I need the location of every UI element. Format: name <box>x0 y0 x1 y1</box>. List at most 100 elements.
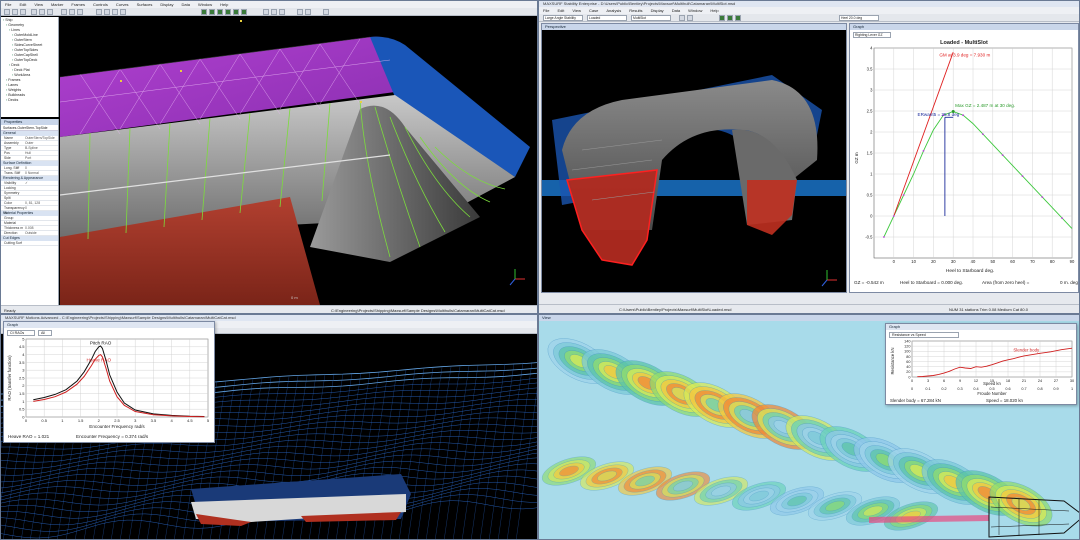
property-value[interactable] <box>25 221 58 225</box>
stability-menu-help[interactable]: Help <box>710 8 718 13</box>
y-tick-label: 40 <box>906 365 910 369</box>
froude-tick-label: 0.1 <box>925 387 930 391</box>
modeler-menu-edit[interactable]: Edit <box>19 2 26 7</box>
modeler-menu-window[interactable]: Window <box>198 2 212 7</box>
criteria-select[interactable]: MultiSlot <box>631 15 671 21</box>
property-value[interactable]: Outer <box>25 141 58 145</box>
pan-icon[interactable] <box>69 9 75 15</box>
modeler-menu-display[interactable]: Display <box>160 2 173 7</box>
wireframe-icon[interactable] <box>727 15 733 21</box>
open-icon[interactable] <box>12 9 18 15</box>
heel-select[interactable]: Heel 20.0 deg <box>839 15 879 21</box>
rao-filter-select[interactable]: All <box>38 330 52 336</box>
new-icon[interactable] <box>4 9 10 15</box>
modeler-menu-controls[interactable]: Controls <box>93 2 108 7</box>
data-point[interactable] <box>922 150 925 152</box>
stop-icon[interactable] <box>687 15 693 21</box>
stability-menu-analysis[interactable]: Analysis <box>606 8 621 13</box>
stability-menu-view[interactable]: View <box>572 8 581 13</box>
property-value[interactable] <box>25 196 58 200</box>
stability-menu-window[interactable]: Window <box>688 8 702 13</box>
property-value[interactable] <box>25 216 58 220</box>
stability-menu-case[interactable]: Case <box>589 8 598 13</box>
net-icon[interactable] <box>241 9 247 15</box>
rao-type-select[interactable]: Ct RAOs <box>7 330 35 336</box>
property-value[interactable]: Port <box>25 156 58 160</box>
property-value[interactable] <box>25 186 58 190</box>
trim-icon[interactable] <box>297 9 303 15</box>
modeler-menu-frames[interactable]: Frames <box>71 2 85 7</box>
plan-view-icon[interactable] <box>112 9 118 15</box>
property-value[interactable]: 0, 81, 128 <box>25 201 58 205</box>
data-point[interactable] <box>892 215 895 217</box>
property-value[interactable]: 0 <box>25 206 58 210</box>
resistance-type-select[interactable]: Resistance vs Speed <box>889 332 959 338</box>
gz-chart[interactable]: Loaded - MultiSlot0 10 20 30 40 50 60 70 80 90-0.… <box>850 38 1078 292</box>
zebra-icon[interactable] <box>233 9 239 15</box>
stability-menu-data[interactable]: Data <box>672 8 680 13</box>
property-row[interactable]: Cutting Surf <box>1 241 58 246</box>
perspective-view-icon[interactable] <box>120 9 126 15</box>
property-value[interactable]: 0 Normal <box>25 171 58 175</box>
run-icon[interactable] <box>679 15 685 21</box>
help-icon[interactable] <box>323 9 329 15</box>
stability-menu-file[interactable]: File <box>543 8 549 13</box>
render-icon[interactable] <box>201 9 207 15</box>
hull-3d-view[interactable] <box>60 17 538 305</box>
control-point-icon[interactable] <box>263 9 269 15</box>
rao-chart[interactable]: 0 0.5 1 1.5 2 2.5 3 3.5 4 4.5 500.511.522.533.544.… <box>4 337 214 443</box>
loadcase-select[interactable]: Loaded <box>587 15 627 21</box>
paste-icon[interactable] <box>47 9 53 15</box>
property-value[interactable]: 0 <box>25 166 58 170</box>
stability-menu-display[interactable]: Display <box>651 8 664 13</box>
x-axis-label: Speed kn <box>983 381 1001 386</box>
modeler-menu-curves[interactable]: Curves <box>116 2 129 7</box>
wireframe-icon[interactable] <box>217 9 223 15</box>
tank-icon[interactable] <box>735 15 741 21</box>
property-value[interactable]: Hull <box>25 151 58 155</box>
property-value[interactable]: 0.008 <box>25 226 58 230</box>
property-value[interactable]: B-Spline <box>25 146 58 150</box>
property-value[interactable] <box>25 241 58 245</box>
data-point[interactable] <box>962 114 964 117</box>
tree-item[interactable]: ▪ Decks <box>3 98 58 103</box>
shade-icon[interactable] <box>719 15 725 21</box>
modeler-menu-view[interactable]: View <box>34 2 43 7</box>
property-value[interactable]: Outside <box>25 231 58 235</box>
side-view-icon[interactable] <box>104 9 110 15</box>
analysis-type-select[interactable]: Large Angle Stability <box>543 15 583 21</box>
cut-icon[interactable] <box>31 9 37 15</box>
property-value[interactable]: ✓ <box>25 181 58 185</box>
rotate-icon[interactable] <box>77 9 83 15</box>
data-point[interactable] <box>1041 196 1044 199</box>
modeler-menu-help[interactable]: Help <box>220 2 228 7</box>
property-value[interactable]: OuterStern/TopSide <box>25 136 58 140</box>
zoom-icon[interactable] <box>61 9 67 15</box>
data-point[interactable] <box>1001 154 1004 156</box>
perspective-3d-view[interactable] <box>542 30 846 292</box>
curvature-icon[interactable] <box>225 9 231 15</box>
data-point[interactable] <box>1061 217 1063 220</box>
front-view-icon[interactable] <box>96 9 102 15</box>
stability-menu-results[interactable]: Results <box>629 8 642 13</box>
delete-point-icon[interactable] <box>279 9 285 15</box>
modeler-menu-surfaces[interactable]: Surfaces <box>137 2 153 7</box>
resistance-chart[interactable]: 0 3 6 9 12 15 18 21 24 27 30020406080100120140Resi… <box>886 339 1076 405</box>
modeler-menu-file[interactable]: File <box>5 2 11 7</box>
add-point-icon[interactable] <box>271 9 277 15</box>
shade-icon[interactable] <box>209 9 215 15</box>
stability-menu-edit[interactable]: Edit <box>557 8 564 13</box>
property-name: Material <box>4 221 17 225</box>
property-name: Type <box>4 146 12 150</box>
modeler-menu-marker[interactable]: Marker <box>51 2 63 7</box>
modeler-menu-data[interactable]: Data <box>181 2 189 7</box>
data-point[interactable] <box>982 133 984 135</box>
save-icon[interactable] <box>20 9 26 15</box>
data-point[interactable] <box>1021 175 1024 178</box>
max-gz-point[interactable] <box>951 110 955 114</box>
data-point[interactable] <box>883 236 885 238</box>
property-value[interactable] <box>25 191 58 195</box>
bond-icon[interactable] <box>305 9 311 15</box>
data-point[interactable] <box>902 194 905 196</box>
copy-icon[interactable] <box>39 9 45 15</box>
